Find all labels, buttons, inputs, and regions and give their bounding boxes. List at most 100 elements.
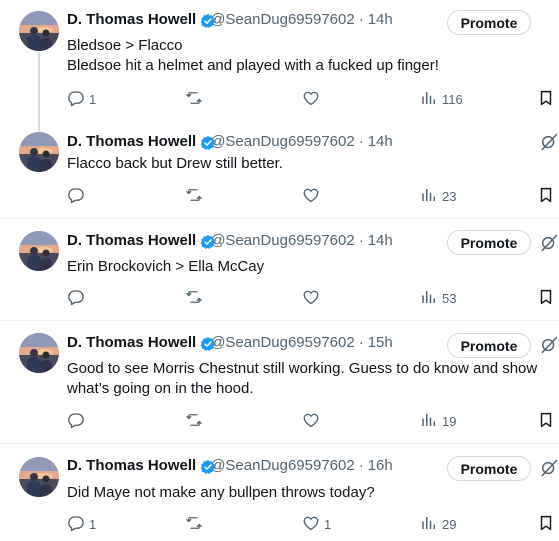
like-button[interactable] [302, 89, 320, 109]
timestamp[interactable]: 14h [368, 231, 393, 251]
tweet[interactable]: D. Thomas Howell @SeanDug69597602 · 16h … [0, 444, 559, 541]
tweet-text: Erin Brockovich > Ella McCay [67, 257, 555, 277]
retweet-button[interactable] [185, 288, 203, 308]
retweet-button[interactable] [185, 411, 203, 431]
timestamp[interactable]: 14h [368, 132, 393, 152]
tweet-text: Did Maye not make any bullpen throws tod… [67, 483, 555, 503]
retweet-button[interactable] [185, 514, 203, 534]
like-button[interactable] [302, 411, 320, 431]
author-name[interactable]: D. Thomas Howell [67, 456, 196, 476]
views-button[interactable]: 29 [420, 514, 456, 534]
verified-badge-icon [200, 135, 216, 151]
author-handle[interactable]: @SeanDug69597602 [210, 333, 355, 353]
verified-badge-icon [200, 13, 216, 29]
timestamp[interactable]: 16h [368, 456, 393, 476]
tweet-text-line: Good to see Morris Chestnut still workin… [67, 360, 538, 377]
views-icon [420, 514, 438, 535]
retweet-button[interactable] [185, 186, 203, 206]
tweet-text-line: what’s going on in the hood. [67, 380, 254, 397]
promote-button[interactable]: Promote [447, 230, 531, 255]
views-button[interactable]: 23 [420, 186, 456, 206]
avatar[interactable] [19, 11, 59, 51]
reply-button[interactable] [67, 186, 85, 206]
like-button[interactable] [302, 288, 320, 308]
views-count: 29 [442, 516, 457, 532]
views-icon [420, 89, 438, 110]
grok-icon[interactable] [539, 458, 559, 478]
views-count: 19 [442, 413, 457, 429]
tweet[interactable]: D. Thomas Howell @SeanDug69597602 · 14h … [0, 0, 559, 125]
like-icon [302, 411, 320, 432]
bookmark-button[interactable] [537, 411, 555, 431]
like-icon [302, 514, 320, 535]
reply-button[interactable] [67, 288, 85, 308]
tweet-text-line: Bledsoe > Flacco [67, 37, 183, 54]
author-handle[interactable]: @SeanDug69597602 [210, 10, 355, 30]
separator-dot: · [358, 11, 364, 28]
verified-badge-icon [200, 459, 216, 475]
retweet-icon [185, 411, 203, 432]
reply-button[interactable]: 1 [67, 89, 96, 109]
bookmark-button[interactable] [537, 186, 555, 206]
avatar[interactable] [19, 333, 59, 373]
bookmark-button[interactable] [537, 89, 555, 109]
retweet-icon [185, 89, 203, 110]
retweet-icon [185, 186, 203, 207]
author-handle[interactable]: @SeanDug69597602 [210, 456, 355, 476]
retweet-button[interactable] [185, 89, 203, 109]
retweet-icon [185, 288, 203, 309]
separator-dot: · [358, 232, 364, 249]
views-icon [420, 411, 438, 432]
author-name[interactable]: D. Thomas Howell [67, 10, 196, 30]
author-name[interactable]: D. Thomas Howell [67, 231, 196, 251]
tweet-text-line: Bledsoe hit a helmet and played with a f… [67, 57, 439, 74]
promote-button[interactable]: Promote [447, 333, 531, 358]
timestamp[interactable]: 15h [368, 333, 393, 353]
tweet-text: Good to see Morris Chestnut still workin… [67, 359, 555, 399]
tweet-text: Bledsoe > Flacco Bledsoe hit a helmet an… [67, 36, 555, 76]
promote-button[interactable]: Promote [447, 10, 531, 35]
tweet[interactable]: D. Thomas Howell @SeanDug69597602 · 15h … [0, 321, 559, 444]
verified-badge-icon [200, 336, 216, 352]
avatar[interactable] [19, 231, 59, 271]
views-button[interactable]: 116 [420, 89, 463, 109]
reply-count: 1 [89, 516, 97, 532]
bookmark-button[interactable] [537, 288, 555, 308]
separator-dot: · [358, 334, 364, 351]
separator-dot: · [358, 133, 364, 150]
reply-button[interactable]: 1 [67, 514, 96, 534]
promote-button[interactable]: Promote [447, 456, 531, 481]
author-name[interactable]: D. Thomas Howell [67, 333, 196, 353]
views-button[interactable]: 19 [420, 411, 456, 431]
author-name[interactable]: D. Thomas Howell [67, 132, 196, 152]
bookmark-icon [537, 411, 555, 432]
bookmark-icon [537, 89, 555, 110]
like-icon [302, 89, 320, 110]
tweet[interactable]: D. Thomas Howell @SeanDug69597602 · 14h … [0, 219, 559, 321]
views-button[interactable]: 53 [420, 288, 456, 308]
reply-icon [67, 411, 85, 432]
like-button[interactable] [302, 186, 320, 206]
like-icon [302, 186, 320, 207]
tweet[interactable]: D. Thomas Howell @SeanDug69597602 · 14h … [0, 125, 559, 219]
avatar[interactable] [19, 457, 59, 497]
tweet-text-line: Flacco back but Drew still better. [67, 155, 283, 172]
grok-icon[interactable] [539, 132, 559, 152]
views-icon [420, 288, 438, 309]
bookmark-icon [537, 288, 555, 309]
timestamp[interactable]: 14h [368, 10, 393, 30]
reply-icon [67, 514, 85, 535]
grok-icon[interactable] [539, 233, 559, 253]
avatar[interactable] [19, 132, 59, 172]
reply-button[interactable] [67, 411, 85, 431]
reply-count: 1 [89, 91, 97, 107]
tweet-text-line: Erin Brockovich > Ella McCay [67, 258, 265, 275]
like-count: 1 [324, 516, 332, 532]
author-handle[interactable]: @SeanDug69597602 [210, 231, 355, 251]
author-handle[interactable]: @SeanDug69597602 [210, 132, 355, 152]
reply-icon [67, 89, 85, 110]
like-button[interactable]: 1 [302, 514, 331, 534]
bookmark-button[interactable] [537, 514, 555, 534]
bookmark-icon [537, 186, 555, 207]
grok-icon[interactable] [539, 335, 559, 355]
